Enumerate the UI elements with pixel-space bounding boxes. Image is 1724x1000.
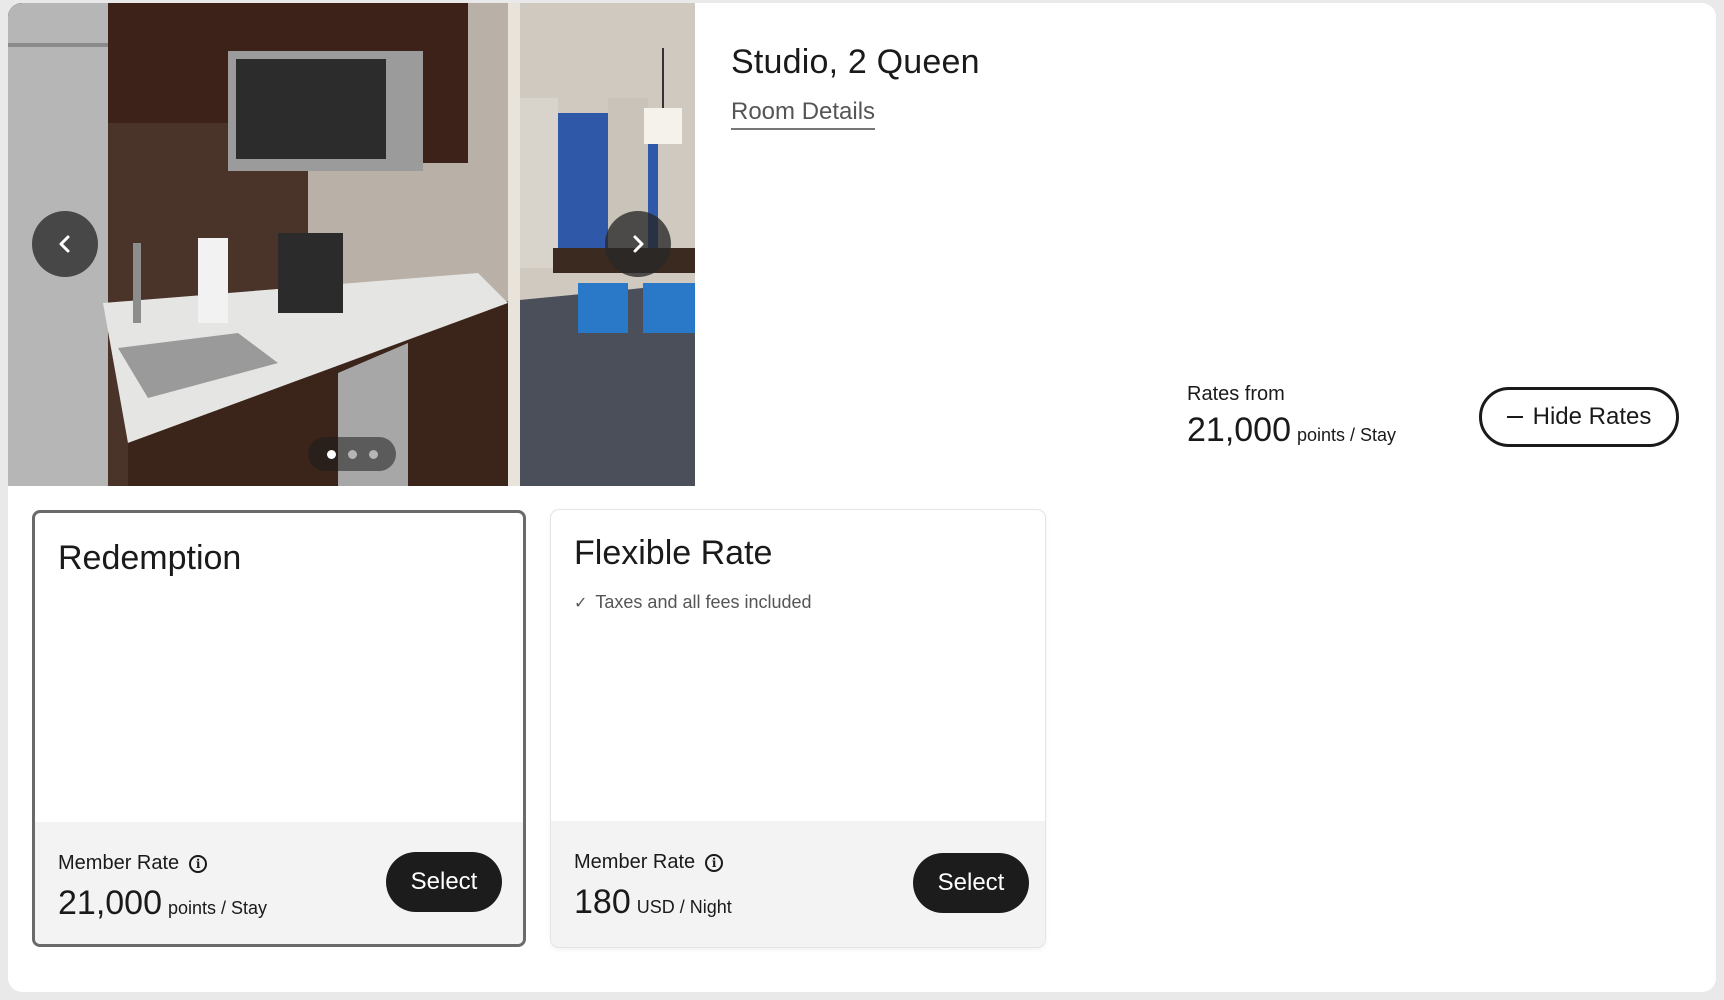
info-icon[interactable]: i	[189, 854, 208, 873]
rate-title: Flexible Rate	[574, 534, 773, 572]
member-rate-text: Member Rate	[58, 852, 180, 874]
rate-unit: points / Stay	[168, 898, 268, 918]
gallery-prev-button[interactable]	[32, 211, 98, 277]
rates-from-value: 21,000 points / Stay	[1187, 411, 1396, 450]
room-title: Studio, 2 Queen	[731, 43, 980, 81]
checkmark-icon: ✓	[574, 594, 588, 612]
hide-rates-button[interactable]: Hide Rates	[1479, 387, 1679, 447]
member-rate-value: 21,000 points / Stay	[58, 884, 267, 923]
rate-card-flexible[interactable]: Flexible Rate ✓ Taxes and all fees inclu…	[551, 510, 1045, 947]
rate-title: Redemption	[58, 539, 242, 577]
member-rate-value: 180 USD / Night	[574, 883, 732, 922]
rate-unit: USD / Night	[636, 897, 732, 917]
rate-feature: ✓ Taxes and all fees included	[574, 592, 812, 613]
member-rate-label: Member Rate i	[574, 851, 724, 874]
select-button[interactable]: Select	[913, 853, 1029, 913]
gallery-dot[interactable]	[326, 449, 336, 459]
rate-amount: 21,000	[58, 884, 162, 922]
room-photo	[8, 3, 695, 486]
rate-footer: Member Rate i 180 USD / Night Select	[551, 821, 1045, 947]
gallery-dot[interactable]	[347, 449, 357, 459]
gallery-dot[interactable]	[368, 449, 378, 459]
rates-from-label: Rates from	[1187, 383, 1285, 405]
hide-rates-label: Hide Rates	[1532, 403, 1652, 430]
member-rate-label: Member Rate i	[58, 852, 208, 875]
room-card: Studio, 2 Queen Room Details Rates from …	[8, 3, 1716, 992]
rate-feature-text: Taxes and all fees included	[595, 592, 812, 612]
rate-footer: Member Rate i 21,000 points / Stay Select	[35, 822, 523, 944]
select-button[interactable]: Select	[386, 852, 502, 912]
info-icon[interactable]: i	[705, 853, 724, 872]
room-details-link[interactable]: Room Details	[731, 98, 876, 130]
rate-card-redemption[interactable]: Redemption Member Rate i 21,000 points / …	[32, 510, 526, 947]
member-rate-text: Member Rate	[574, 851, 696, 873]
minus-icon	[1506, 416, 1523, 418]
room-photo-gallery	[8, 3, 695, 486]
chevron-right-icon	[633, 235, 644, 253]
rates-from-unit: points / Stay	[1297, 425, 1397, 445]
rate-amount: 180	[574, 883, 631, 921]
gallery-next-button[interactable]	[605, 211, 671, 277]
chevron-left-icon	[59, 235, 70, 253]
rates-from-amount: 21,000	[1187, 411, 1291, 449]
gallery-pagination	[308, 437, 396, 471]
